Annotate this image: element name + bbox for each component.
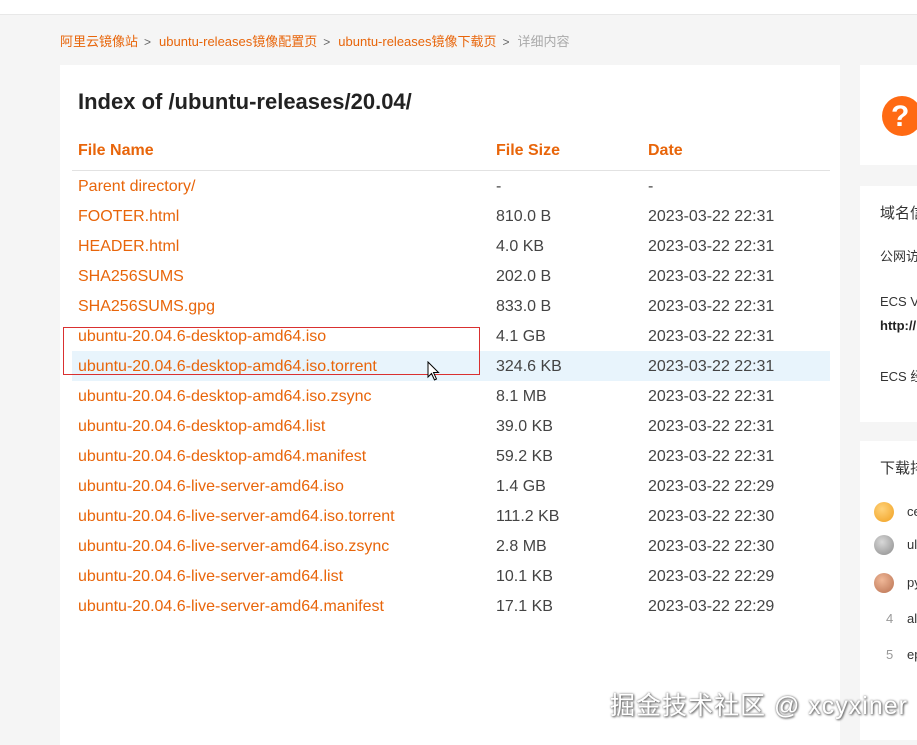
top-bar (0, 0, 917, 15)
file-size: 8.1 MB (496, 388, 547, 405)
table-row[interactable]: FOOTER.html 810.0 B 2023-03-22 22:31 (72, 201, 830, 231)
file-listing-card: Index of /ubuntu-releases/20.04/ File Na… (60, 65, 840, 745)
question-icon[interactable]: ? (882, 96, 917, 136)
file-size: 17.1 KB (496, 598, 553, 615)
table-row[interactable]: HEADER.html 4.0 KB 2023-03-22 22:31 (72, 231, 830, 261)
file-name-link[interactable]: SHA256SUMS.gpg (78, 298, 215, 316)
file-date: - (648, 178, 654, 195)
domain-info-panel: 域名信 公网访 ECS V http:// ECS 经 (860, 186, 917, 422)
file-name-link[interactable]: ubuntu-20.04.6-desktop-amd64.list (78, 418, 325, 436)
ranking-number: 4 (886, 611, 894, 626)
table-row[interactable]: SHA256SUMS.gpg 833.0 B 2023-03-22 22:31 (72, 291, 830, 321)
file-date: 2023-03-22 22:31 (648, 448, 775, 465)
file-date: 2023-03-22 22:31 (648, 298, 775, 315)
file-size: 10.1 KB (496, 568, 553, 585)
file-date: 2023-03-22 22:29 (648, 568, 775, 585)
table-header: File Name File Size Date (72, 138, 830, 171)
file-size: 111.2 KB (496, 508, 560, 525)
ranking-item-link[interactable]: ul (907, 537, 917, 552)
file-size: 2.8 MB (496, 538, 547, 555)
breadcrumb-link-download-page[interactable]: ubuntu-releases镜像下载页 (338, 34, 496, 49)
file-size: - (496, 178, 502, 195)
mouse-pointer-icon (427, 361, 440, 381)
ranking-item-link[interactable]: ce (907, 504, 917, 519)
breadcrumb-current: 详细内容 (517, 34, 570, 49)
domain-info-url[interactable]: http:// (880, 318, 916, 333)
table-row[interactable]: ubuntu-20.04.6-desktop-amd64.list 39.0 KB… (72, 411, 830, 441)
file-date: 2023-03-22 22:30 (648, 538, 775, 555)
ranking-number: 5 (886, 647, 894, 662)
gold-medal-icon (874, 502, 894, 522)
file-size: 59.2 KB (496, 448, 553, 465)
breadcrumb-link-mirror-home[interactable]: 阿里云镜像站 (60, 34, 138, 49)
page-title: Index of /ubuntu-releases/20.04/ (78, 89, 412, 114)
file-date: 2023-03-22 22:29 (648, 598, 775, 615)
domain-info-public-label: 公网访 (880, 249, 917, 264)
file-name-link[interactable]: ubuntu-20.04.6-desktop-amd64.iso.zsync (78, 388, 372, 406)
file-name-link[interactable]: ubuntu-20.04.6-live-server-amd64.list (78, 568, 343, 586)
table-row[interactable]: ubuntu-20.04.6-live-server-amd64.list 10.… (72, 561, 830, 591)
ranking-item-link[interactable]: ep (907, 647, 917, 662)
file-date: 2023-03-22 22:31 (648, 358, 775, 375)
breadcrumb: 阿里云镜像站 > ubuntu-releases镜像配置页 > ubuntu-relea… (60, 31, 570, 50)
file-size: 810.0 B (496, 208, 552, 225)
file-name-link[interactable]: ubuntu-20.04.6-live-server-amd64.iso.zsy… (78, 538, 389, 556)
file-size: 1.4 GB (496, 478, 546, 495)
file-name-link[interactable]: ubuntu-20.04.6-live-server-amd64.manifes… (78, 598, 384, 616)
domain-info-ecs-vpc-label: ECS V (880, 294, 917, 309)
file-size: 4.1 GB (496, 328, 546, 345)
file-name-link[interactable]: Parent directory/ (78, 178, 195, 196)
table-row[interactable]: ubuntu-20.04.6-desktop-amd64.iso.zsync 8.… (72, 381, 830, 411)
download-ranking-heading: 下载排 (880, 460, 917, 477)
help-widget[interactable]: ? (860, 65, 917, 165)
file-name-link[interactable]: ubuntu-20.04.6-desktop-amd64.manifest (78, 448, 366, 466)
file-date: 2023-03-22 22:31 (648, 418, 775, 435)
file-table-body: Parent directory/ - - FOOTER.html 810.0 B 202… (72, 171, 830, 621)
table-row[interactable]: ubuntu-20.04.6-live-server-amd64.iso 1.4 … (72, 471, 830, 501)
column-header-file-size[interactable]: File Size (496, 142, 560, 160)
domain-info-heading: 域名信 (880, 205, 917, 222)
file-date: 2023-03-22 22:31 (648, 268, 775, 285)
table-row[interactable]: ubuntu-20.04.6-live-server-amd64.iso.tor… (72, 501, 830, 531)
file-size: 202.0 B (496, 268, 552, 285)
annotation-highlight-box (63, 327, 480, 375)
table-row[interactable]: ubuntu-20.04.6-desktop-amd64.manifest 59.… (72, 441, 830, 471)
breadcrumb-separator: > (502, 35, 510, 49)
file-name-link[interactable]: ubuntu-20.04.6-live-server-amd64.iso (78, 478, 344, 496)
bronze-medal-icon (874, 573, 894, 593)
file-date: 2023-03-22 22:31 (648, 388, 775, 405)
column-header-file-name[interactable]: File Name (78, 142, 154, 160)
domain-info-ecs-classic-label: ECS 经 (880, 369, 917, 384)
table-row[interactable]: Parent directory/ - - (72, 171, 830, 201)
breadcrumb-separator: > (144, 35, 152, 49)
file-name-link[interactable]: ubuntu-20.04.6-live-server-amd64.iso.tor… (78, 508, 395, 526)
ranking-item-link[interactable]: al (907, 611, 917, 626)
file-name-link[interactable]: SHA256SUMS (78, 268, 184, 286)
ranking-item-link[interactable]: py (907, 575, 917, 590)
silver-medal-icon (874, 535, 894, 555)
watermark: 掘金技术社区 @ xcyxiner (610, 692, 908, 720)
file-size: 39.0 KB (496, 418, 553, 435)
file-date: 2023-03-22 22:29 (648, 478, 775, 495)
column-header-date[interactable]: Date (648, 142, 683, 160)
breadcrumb-separator: > (323, 35, 331, 49)
file-date: 2023-03-22 22:31 (648, 238, 775, 255)
file-size: 324.6 KB (496, 358, 562, 375)
file-name-link[interactable]: FOOTER.html (78, 208, 179, 226)
file-date: 2023-03-22 22:31 (648, 328, 775, 345)
file-date: 2023-03-22 22:30 (648, 508, 775, 525)
file-size: 833.0 B (496, 298, 552, 315)
table-row[interactable]: SHA256SUMS 202.0 B 2023-03-22 22:31 (72, 261, 830, 291)
file-date: 2023-03-22 22:31 (648, 208, 775, 225)
file-name-link[interactable]: HEADER.html (78, 238, 179, 256)
file-size: 4.0 KB (496, 238, 545, 255)
table-row[interactable]: ubuntu-20.04.6-live-server-amd64.manifes… (72, 591, 830, 621)
table-row[interactable]: ubuntu-20.04.6-live-server-amd64.iso.zsy… (72, 531, 830, 561)
breadcrumb-link-config-page[interactable]: ubuntu-releases镜像配置页 (159, 34, 317, 49)
